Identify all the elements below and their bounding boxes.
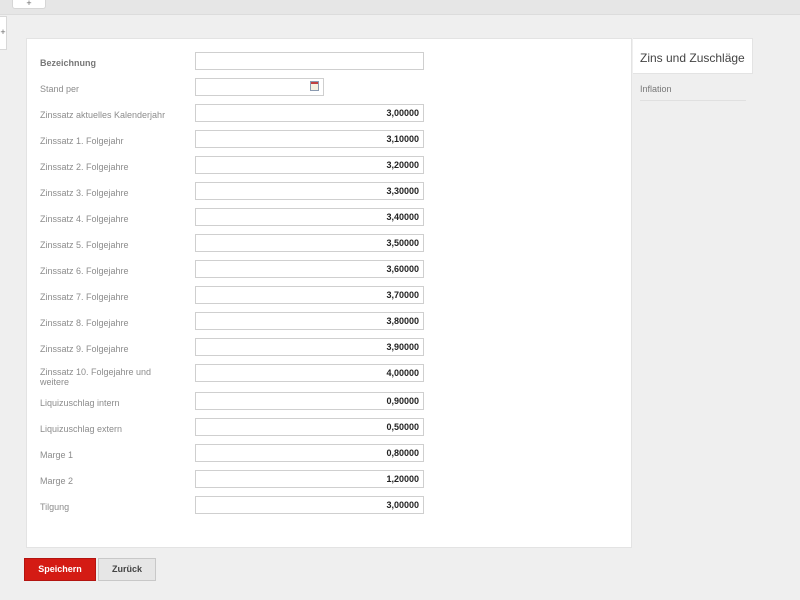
field-label: Zinssatz 6. Folgejahre	[40, 266, 129, 276]
field-label: Zinssatz 10. Folgejahre und weitere	[40, 367, 152, 387]
zinssatz-aktuell-input[interactable]: 3,00000	[195, 104, 424, 122]
top-tab[interactable]: +	[12, 0, 46, 9]
field-label: Tilgung	[40, 502, 70, 512]
calendar-icon[interactable]	[310, 81, 319, 91]
stand-per-date-input[interactable]	[195, 78, 324, 96]
liquizuschlag-extern-input[interactable]: 0,50000	[195, 418, 424, 436]
tilgung-input[interactable]: 3,00000	[195, 496, 424, 514]
tab-inflation[interactable]: Inflation	[640, 84, 746, 101]
zinssatz-4-input[interactable]: 3,40000	[195, 208, 424, 226]
plus-icon: +	[0, 27, 6, 37]
bezeichnung-input[interactable]	[195, 52, 424, 70]
zinssatz-6-input[interactable]: 3,60000	[195, 260, 424, 278]
field-label: Zinssatz 2. Folgejahre	[40, 162, 129, 172]
field-label: Stand per	[40, 84, 80, 94]
field-label: Marge 2	[40, 476, 74, 486]
field-label: Liquizuschlag extern	[40, 424, 123, 434]
field-label: Bezeichnung	[40, 58, 97, 68]
marge-2-input[interactable]: 1,20000	[195, 470, 424, 488]
side-collapse-handle[interactable]: +	[0, 16, 7, 50]
field-label: Zinssatz 3. Folgejahre	[40, 188, 129, 198]
form-panel: Bezeichnung Stand per Zinssatz aktuelles…	[26, 38, 632, 548]
liquizuschlag-intern-input[interactable]: 0,90000	[195, 392, 424, 410]
field-label: Marge 1	[40, 450, 74, 460]
tab-zins-und-zuschlaege[interactable]: Zins und Zuschläge	[633, 38, 753, 74]
zinssatz-2-input[interactable]: 3,20000	[195, 156, 424, 174]
back-button[interactable]: Zurück	[98, 558, 156, 581]
zinssatz-7-input[interactable]: 3,70000	[195, 286, 424, 304]
field-label: Zinssatz aktuelles Kalenderjahr	[40, 110, 166, 120]
save-button[interactable]: Speichern	[24, 558, 96, 581]
field-label: Zinssatz 4. Folgejahre	[40, 214, 129, 224]
zinssatz-9-input[interactable]: 3,90000	[195, 338, 424, 356]
plus-icon: +	[26, 0, 32, 8]
field-label: Zinssatz 1. Folgejahr	[40, 136, 124, 146]
zinssatz-1-input[interactable]: 3,10000	[195, 130, 424, 148]
right-nav-panel: Zins und Zuschläge Inflation	[633, 38, 753, 102]
zinssatz-3-input[interactable]: 3,30000	[195, 182, 424, 200]
top-bar: +	[0, 0, 800, 15]
zinssatz-5-input[interactable]: 3,50000	[195, 234, 424, 252]
zinssatz-8-input[interactable]: 3,80000	[195, 312, 424, 330]
field-label: Zinssatz 7. Folgejahre	[40, 292, 129, 302]
field-label: Liquizuschlag intern	[40, 398, 120, 408]
field-label: Zinssatz 9. Folgejahre	[40, 344, 129, 354]
field-label: Zinssatz 5. Folgejahre	[40, 240, 129, 250]
marge-1-input[interactable]: 0,80000	[195, 444, 424, 462]
field-label: Zinssatz 8. Folgejahre	[40, 318, 129, 328]
zinssatz-10-input[interactable]: 4,00000	[195, 364, 424, 382]
